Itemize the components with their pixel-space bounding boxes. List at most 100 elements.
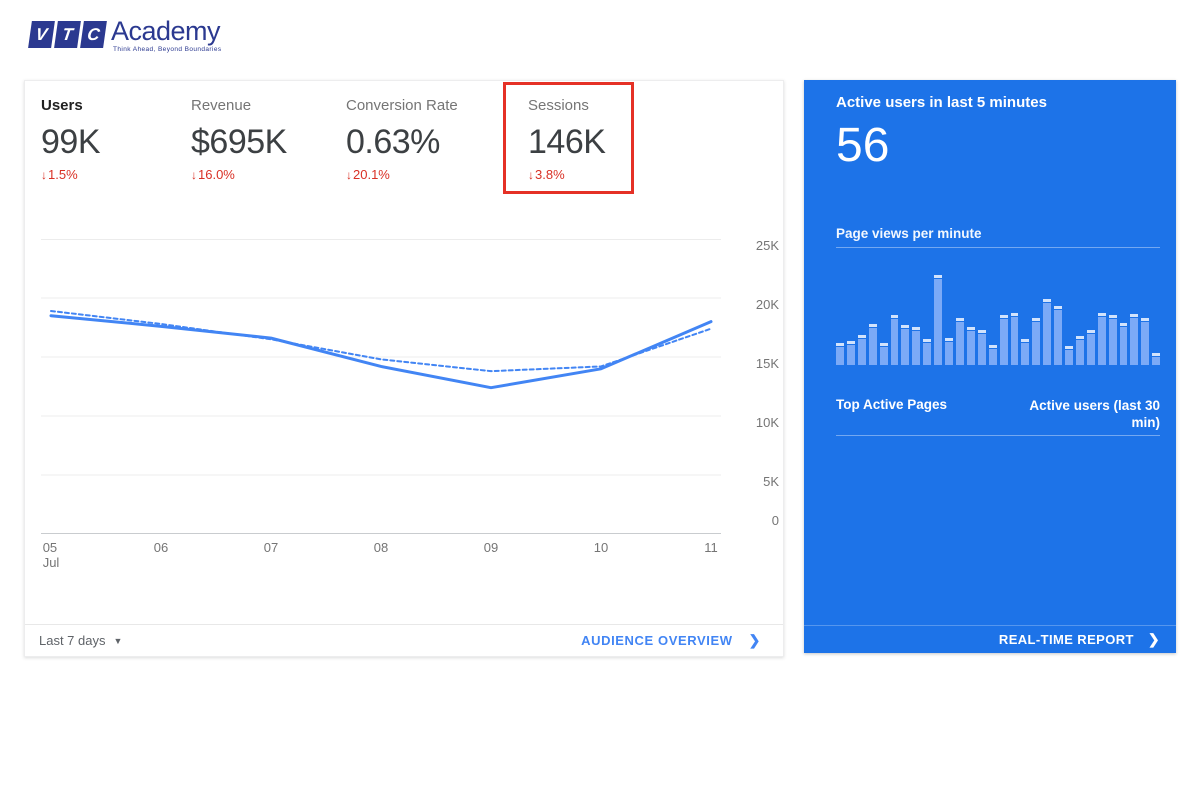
solid-line	[51, 316, 711, 388]
logo-tagline: Think Ahead, Beyond Boundaries	[113, 46, 221, 53]
metric-value: 0.63%	[346, 121, 528, 163]
pageviews-bar	[934, 275, 942, 365]
logo-letter-box: V	[28, 21, 55, 48]
pageviews-bar	[1152, 353, 1160, 365]
metric-label: Sessions	[528, 96, 688, 116]
y-axis-label: 5K	[725, 474, 779, 490]
logo-letter-box: C	[80, 21, 107, 48]
vtc-academy-logo: V T C Academy Think Ahead, Beyond Bounda…	[30, 18, 221, 53]
metrics-row: Users 99K ↓1.5% Revenue $695K ↓16.0% Con…	[41, 96, 767, 183]
pageviews-bar	[978, 330, 986, 365]
pageviews-bar-chart	[836, 273, 1160, 365]
metric-delta-value: 16.0%	[198, 167, 235, 182]
metric-delta-value: 1.5%	[48, 167, 78, 182]
divider	[836, 435, 1160, 436]
pageviews-bar	[869, 324, 877, 365]
metric-delta-value: 3.8%	[535, 167, 565, 182]
dropdown-arrow-icon: ▼	[114, 636, 123, 646]
pageviews-bar	[891, 315, 899, 365]
metric-label: Conversion Rate	[346, 96, 528, 116]
metric-label: Revenue	[191, 96, 346, 116]
real-time-report-label: REAL-TIME REPORT	[999, 632, 1134, 647]
metric-delta: ↓1.5%	[41, 167, 191, 183]
pageviews-bar	[1109, 315, 1117, 365]
pageviews-bar	[912, 327, 920, 365]
y-axis-label: 15K	[725, 356, 779, 372]
chevron-right-icon: ❯	[1148, 631, 1160, 648]
down-arrow-icon: ↓	[41, 168, 47, 182]
pageviews-bar	[1130, 314, 1138, 365]
metric-delta-value: 20.1%	[353, 167, 390, 182]
x-axis-label: 07	[264, 541, 278, 555]
pageviews-bar	[1076, 336, 1084, 365]
pageviews-bar	[1011, 313, 1019, 365]
pageviews-bar	[945, 338, 953, 365]
real-time-report-link[interactable]: REAL-TIME REPORT ❯	[999, 631, 1160, 648]
pageviews-bar	[1032, 318, 1040, 365]
overview-card-footer: Last 7 days ▼ AUDIENCE OVERVIEW ❯	[25, 624, 783, 656]
pageviews-bar	[901, 325, 909, 365]
date-range-selector[interactable]: Last 7 days ▼	[39, 633, 122, 648]
chevron-right-icon: ❯	[749, 632, 761, 649]
metric-users[interactable]: Users 99K ↓1.5%	[41, 96, 191, 183]
logo-letter-boxes: V T C	[30, 21, 105, 48]
overview-card: Users 99K ↓1.5% Revenue $695K ↓16.0% Con…	[24, 80, 784, 657]
pageviews-bar	[1098, 313, 1106, 365]
y-axis-label: 25K	[725, 238, 779, 254]
down-arrow-icon: ↓	[528, 168, 534, 182]
active-users-count: 56	[836, 118, 889, 174]
metric-delta: ↓20.1%	[346, 167, 528, 183]
active-users-30min-header: Active users (last 30 min)	[1000, 397, 1160, 431]
traffic-line-chart	[41, 239, 721, 534]
x-axis-label: 09	[484, 541, 498, 555]
pageviews-chart-title: Page views per minute	[836, 226, 982, 241]
date-range-label: Last 7 days	[39, 633, 106, 648]
metric-sessions[interactable]: Sessions 146K ↓3.8%	[528, 96, 688, 183]
down-arrow-icon: ↓	[346, 168, 352, 182]
down-arrow-icon: ↓	[191, 168, 197, 182]
traffic-chart-area: 05K10K15K20K25K05Jul060708091011	[41, 239, 781, 579]
x-axis-month-label: Jul	[43, 556, 60, 570]
pageviews-bar	[1021, 339, 1029, 365]
metric-delta: ↓3.8%	[528, 167, 688, 183]
pageviews-bar	[847, 341, 855, 365]
pageviews-bar	[1043, 299, 1051, 365]
x-axis-label: 10	[594, 541, 608, 555]
audience-overview-label: AUDIENCE OVERVIEW	[581, 633, 733, 648]
pageviews-bar	[880, 343, 888, 365]
pageviews-bar	[1141, 318, 1149, 365]
realtime-title: Active users in last 5 minutes	[836, 94, 1047, 111]
pageviews-bar	[1065, 346, 1073, 365]
pageviews-bar	[836, 343, 844, 365]
x-axis-label: 06	[154, 541, 168, 555]
divider	[836, 247, 1160, 248]
x-axis-label: 05Jul	[43, 541, 60, 570]
logo-wordmark: Academy	[111, 18, 221, 45]
metric-revenue[interactable]: Revenue $695K ↓16.0%	[191, 96, 346, 183]
active-pages-table-header: Top Active Pages Active users (last 30 m…	[836, 397, 1160, 431]
pageviews-bar	[1120, 323, 1128, 365]
metric-label: Users	[41, 96, 191, 116]
metric-delta: ↓16.0%	[191, 167, 346, 183]
pageviews-bar	[956, 318, 964, 365]
pageviews-bar	[1000, 315, 1008, 365]
metric-value: 99K	[41, 121, 191, 163]
top-active-pages-header: Top Active Pages	[836, 397, 947, 431]
pageviews-bar	[1054, 306, 1062, 365]
metric-conversion-rate[interactable]: Conversion Rate 0.63% ↓20.1%	[346, 96, 528, 183]
metric-value: 146K	[528, 121, 688, 163]
realtime-card: Active users in last 5 minutes 56 Page v…	[804, 80, 1176, 653]
x-axis-label: 08	[374, 541, 388, 555]
metric-value: $695K	[191, 121, 346, 163]
y-axis-label: 20K	[725, 297, 779, 313]
dashed-line	[51, 311, 711, 371]
realtime-card-footer: REAL-TIME REPORT ❯	[804, 625, 1176, 653]
y-axis-label: 0	[725, 513, 779, 529]
pageviews-bar	[967, 327, 975, 365]
logo-letter-box: T	[54, 21, 81, 48]
audience-overview-link[interactable]: AUDIENCE OVERVIEW ❯	[581, 632, 761, 649]
pageviews-bar	[923, 339, 931, 365]
x-axis-label: 11	[704, 541, 718, 555]
pageviews-bar	[858, 335, 866, 365]
pageviews-bar	[1087, 330, 1095, 365]
